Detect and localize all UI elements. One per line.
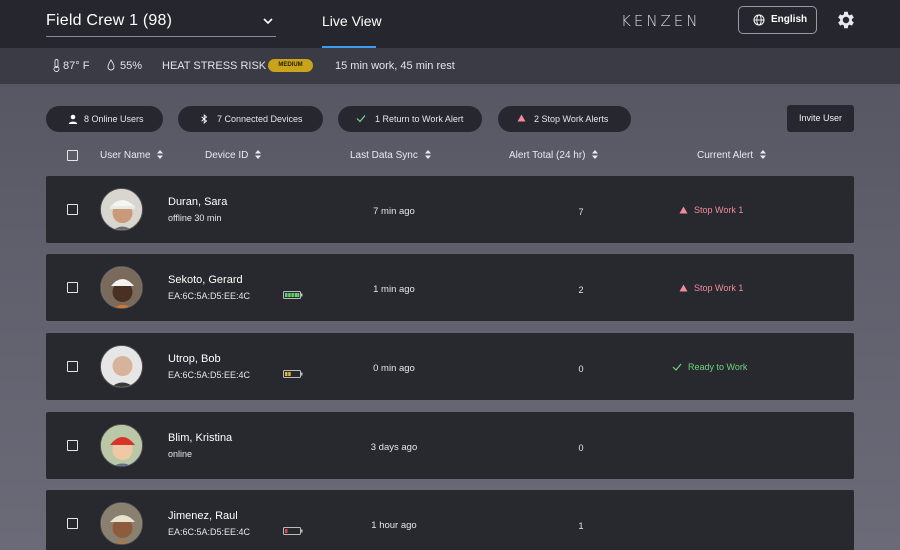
heat-stress-label: HEAT STRESS RISK [162, 60, 267, 72]
user-status: online [168, 449, 193, 459]
avatar [100, 502, 143, 545]
language-button[interactable]: English [738, 6, 817, 34]
table-row[interactable]: Sekoto, Gerard EA:6C:5A:D5:EE:4C 1 min a… [46, 254, 854, 321]
user-name: Utrop, Bob [168, 353, 221, 365]
col-current-alert[interactable]: Current Alert [697, 150, 766, 161]
battery-low-icon [283, 527, 303, 535]
device-id: EA:6C:5A:D5:EE:4C [168, 527, 251, 537]
crew-select[interactable]: Field Crew 1 (98) [46, 8, 276, 37]
last-sync: 1 min ago [373, 284, 415, 295]
last-sync: 0 min ago [373, 363, 415, 374]
work-rest-schedule: 15 min work, 45 min rest [335, 60, 455, 72]
language-label: English [771, 14, 808, 25]
online-users-label: 8 Online Users [84, 114, 144, 124]
sort-icon [592, 150, 599, 159]
check-icon [356, 115, 366, 123]
table-row[interactable]: Jimenez, Raul EA:6C:5A:D5:EE:4C 1 hour a… [46, 490, 854, 550]
user-name: Blim, Kristina [168, 432, 233, 444]
temperature: 87° F [63, 60, 90, 72]
sort-icon [424, 150, 431, 159]
current-alert-label: Stop Work 1 [694, 283, 744, 293]
col-user-name-label: User Name [100, 150, 151, 161]
gear-icon[interactable] [835, 9, 857, 31]
warning-triangle-icon [517, 114, 526, 122]
row-checkbox[interactable] [67, 518, 78, 529]
kenzen-logo: KENZEN [621, 12, 701, 30]
tab-live-view[interactable]: Live View [322, 0, 382, 48]
alert-total: 0 [578, 443, 584, 453]
invite-user-button[interactable]: Invite User [787, 105, 854, 132]
current-alert-label: Ready to Work [688, 362, 748, 372]
row-checkbox[interactable] [67, 282, 78, 293]
return-to-work-filter[interactable]: 1 Return to Work Alert [338, 106, 482, 132]
avatar [100, 188, 143, 231]
battery-half-icon [283, 370, 303, 378]
user-icon [68, 114, 78, 124]
alert-total: 2 [578, 285, 584, 295]
tab-live-view-label: Live View [322, 13, 382, 29]
sort-icon [759, 150, 766, 159]
connected-devices-filter[interactable]: 7 Connected Devices [178, 106, 323, 132]
humidity-drop-icon [107, 59, 115, 71]
col-alert-total-label: Alert Total (24 hr) [509, 150, 586, 161]
table-row[interactable]: Utrop, Bob EA:6C:5A:D5:EE:4C 0 min ago 0… [46, 333, 854, 400]
stop-work-filter[interactable]: 2 Stop Work Alerts [498, 106, 631, 132]
col-current-alert-label: Current Alert [697, 150, 754, 161]
bluetooth-icon [201, 114, 208, 124]
avatar [100, 266, 143, 309]
current-alert: Stop Work 1 [679, 205, 743, 215]
conditions-bar: 87° F 55% HEAT STRESS RISK MEDIUM 15 min… [0, 48, 900, 84]
chevron-down-icon [263, 18, 273, 25]
table-row[interactable]: Blim, Kristina online 3 days ago 0 [46, 412, 854, 479]
heat-stress-level-badge: MEDIUM [268, 59, 313, 72]
device-id: EA:6C:5A:D5:EE:4C [168, 370, 251, 380]
col-user-name[interactable]: User Name [100, 150, 164, 161]
avatar [100, 345, 143, 388]
user-name: Sekoto, Gerard [168, 274, 243, 286]
col-alert-total[interactable]: Alert Total (24 hr) [509, 150, 599, 161]
last-sync: 1 hour ago [371, 520, 417, 531]
alert-total: 7 [578, 207, 584, 217]
last-sync: 7 min ago [373, 206, 415, 217]
sort-icon [255, 150, 262, 159]
globe-icon [753, 14, 765, 26]
col-device-id-label: Device ID [205, 150, 249, 161]
current-alert-label: Stop Work 1 [694, 205, 744, 215]
device-id: EA:6C:5A:D5:EE:4C [168, 291, 251, 301]
user-status: offline 30 min [168, 213, 222, 223]
row-checkbox[interactable] [67, 361, 78, 372]
col-device-id[interactable]: Device ID [205, 150, 262, 161]
user-name: Duran, Sara [168, 196, 228, 208]
last-sync: 3 days ago [370, 442, 418, 453]
row-checkbox[interactable] [67, 204, 78, 215]
avatar [100, 424, 143, 467]
top-bar: Field Crew 1 (98) Live View KENZEN Engli… [0, 0, 900, 48]
battery-full-icon [283, 291, 303, 299]
row-checkbox[interactable] [67, 440, 78, 451]
current-alert: Stop Work 1 [679, 283, 743, 293]
sort-icon [157, 150, 164, 159]
stop-work-label: 2 Stop Work Alerts [534, 114, 609, 124]
humidity: 55% [120, 60, 143, 72]
connected-devices-label: 7 Connected Devices [217, 114, 303, 124]
warning-triangle-icon [679, 284, 688, 292]
warning-triangle-icon [679, 206, 688, 214]
select-all-checkbox[interactable] [67, 150, 78, 161]
alert-total: 1 [578, 521, 584, 531]
table-row[interactable]: Duran, Sara offline 30 min 7 min ago 7 S… [46, 176, 854, 243]
thermometer-icon [53, 59, 60, 72]
return-to-work-label: 1 Return to Work Alert [375, 114, 464, 124]
check-icon [672, 363, 682, 371]
online-users-filter[interactable]: 8 Online Users [46, 106, 163, 132]
user-name: Jimenez, Raul [168, 510, 238, 522]
crew-select-label: Field Crew 1 (98) [46, 12, 173, 29]
alert-total: 0 [578, 364, 584, 374]
current-alert: Ready to Work [672, 362, 747, 372]
col-last-sync-label: Last Data Sync [350, 150, 418, 161]
col-last-sync[interactable]: Last Data Sync [350, 150, 431, 161]
